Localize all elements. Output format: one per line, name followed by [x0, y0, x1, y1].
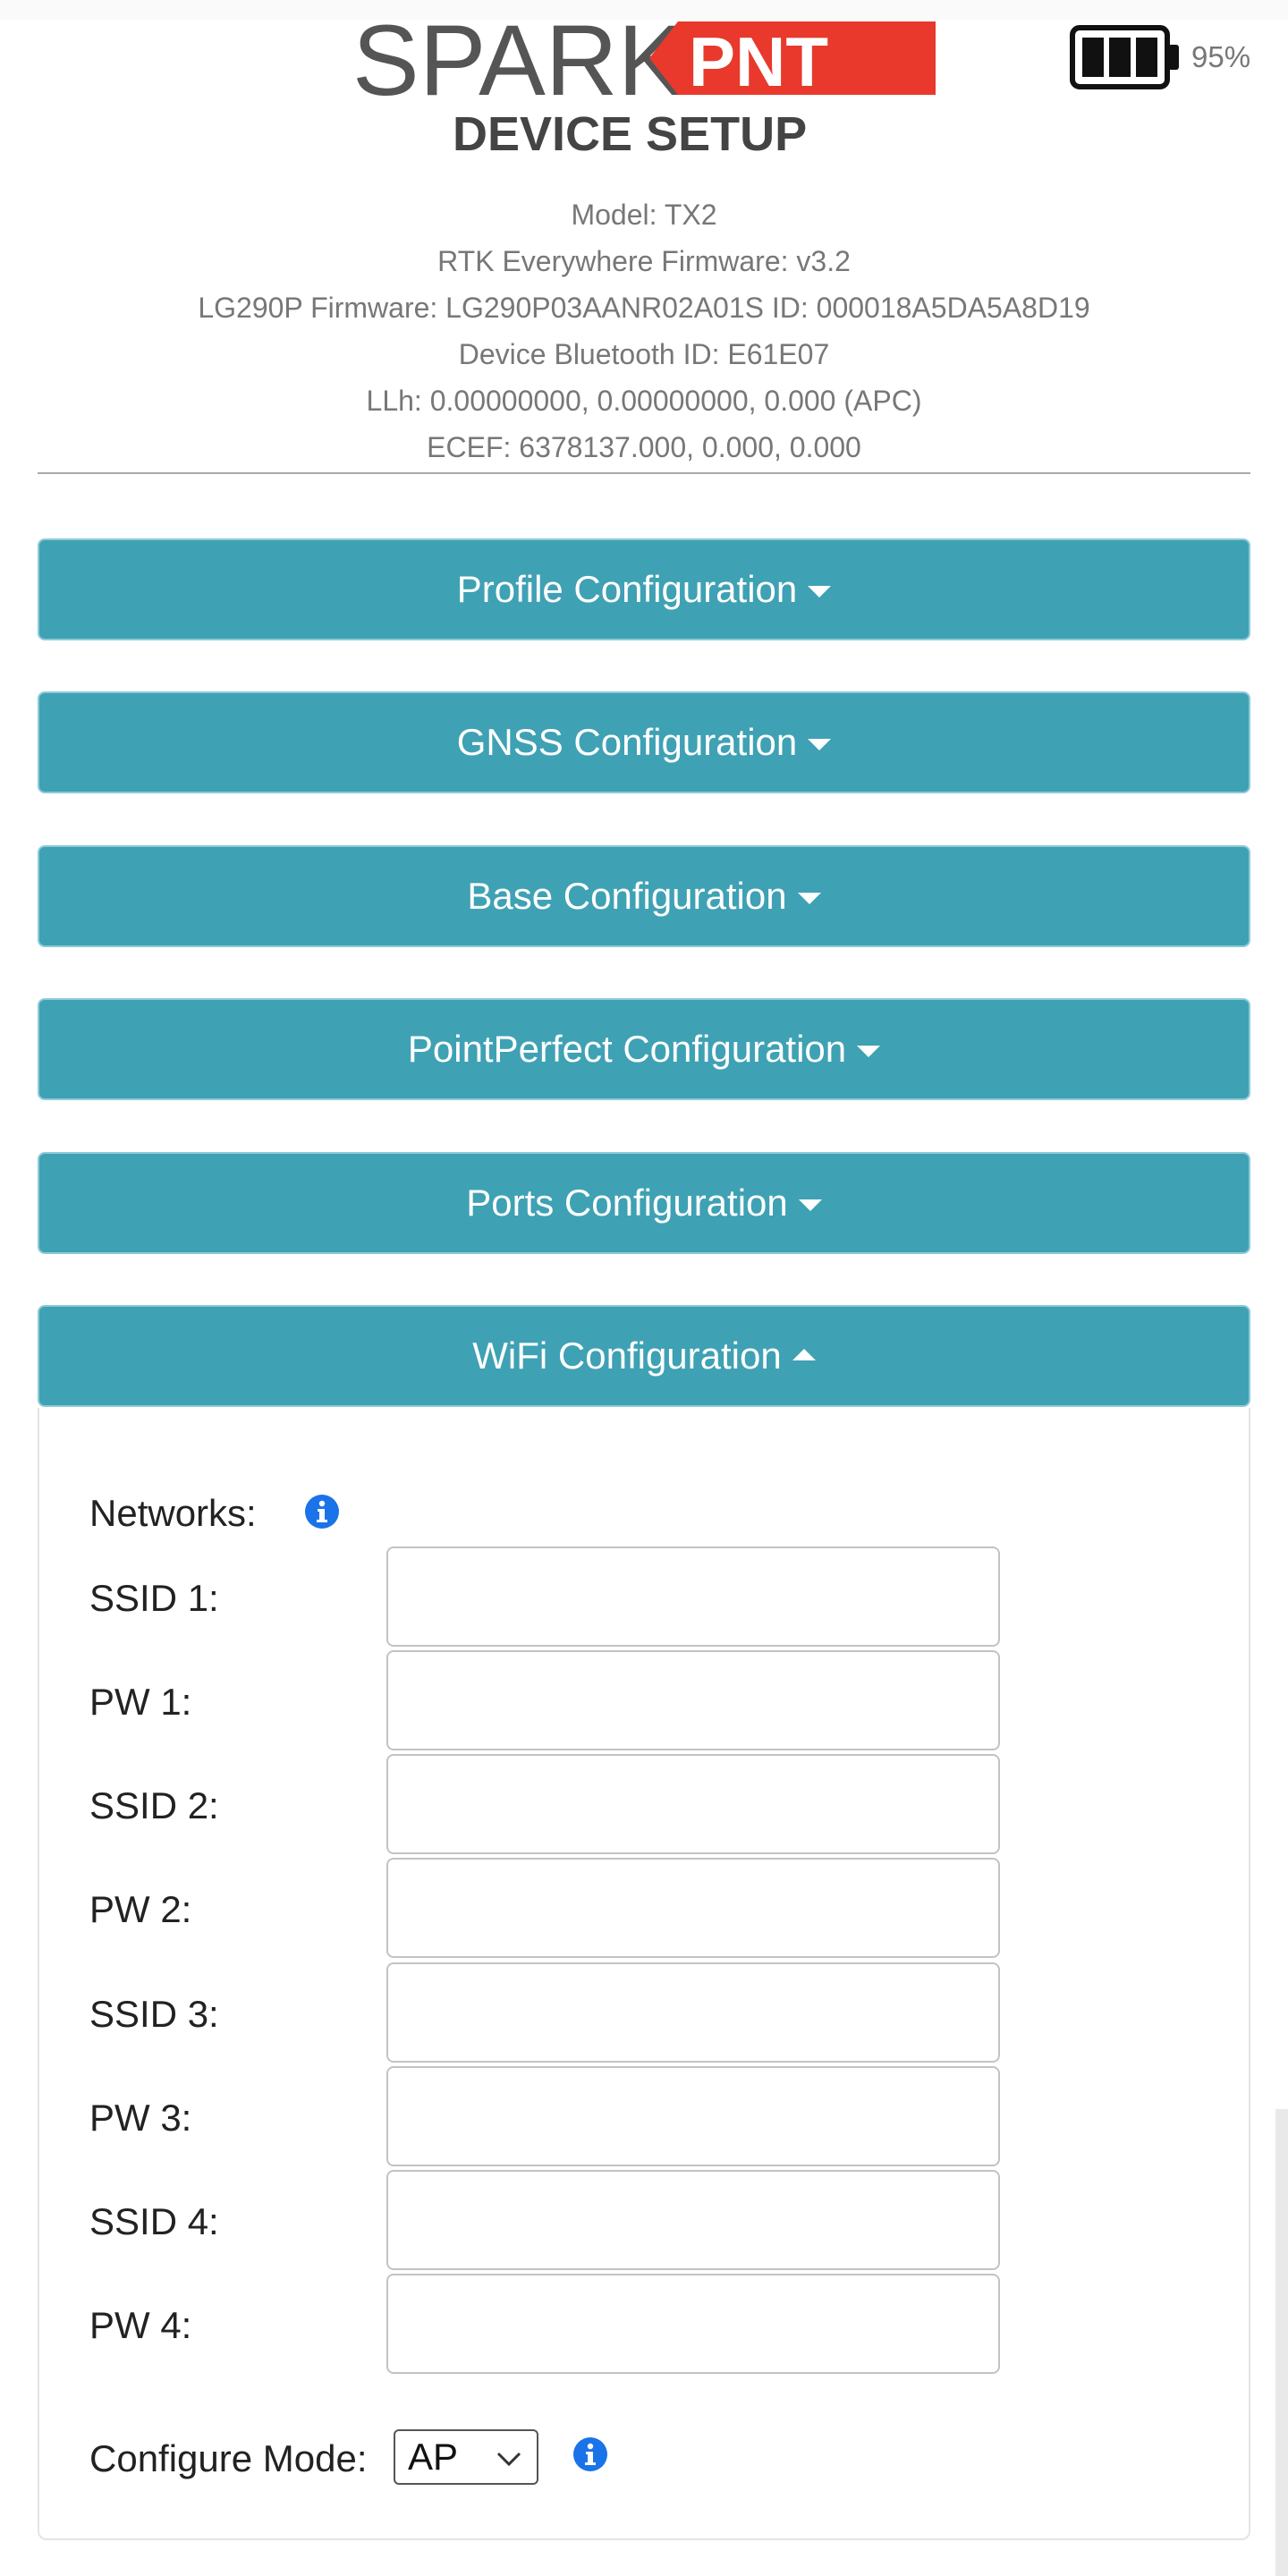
logo-subtitle-text: DEVICE SETUP: [453, 107, 807, 159]
caret-down-icon: [857, 1045, 881, 1057]
firmware-text: RTK Everywhere Firmware: v3.2: [437, 245, 851, 277]
pw-2-label: PW 2:: [89, 1888, 192, 1930]
logo-main-text: SPARK: [352, 16, 684, 116]
pw-1-label: PW 1:: [89, 1681, 192, 1723]
caret-up-icon: [792, 1348, 816, 1360]
section-label: GNSS Configuration: [456, 721, 798, 763]
pw-4-label: PW 4:: [89, 2304, 192, 2346]
pw-1-input[interactable]: [386, 1650, 1000, 1750]
llh-text: LLh: 0.00000000, 0.00000000, 0.000 (APC): [366, 385, 922, 417]
configure-mode-value: AP: [408, 2436, 459, 2478]
caret-down-icon: [808, 585, 832, 597]
ssid-1-input[interactable]: [386, 1546, 1000, 1647]
pw-3-label: PW 3:: [89, 2097, 192, 2139]
ports-configuration-button[interactable]: Ports Configuration: [38, 1152, 1250, 1254]
pw-2-input[interactable]: [386, 1858, 1000, 1958]
ssid-2-label: SSID 2:: [89, 1784, 219, 1826]
gnss-configuration-button[interactable]: GNSS Configuration: [38, 691, 1250, 793]
ecef-text: ECEF: 6378137.000, 0.000, 0.000: [427, 431, 861, 463]
battery-icon: [1070, 25, 1179, 89]
ssid-4-input[interactable]: [386, 2170, 1000, 2270]
pw-3-input[interactable]: [386, 2066, 1000, 2166]
device-info: Model: TX2 RTK Everywhere Firmware: v3.2…: [36, 191, 1252, 470]
caret-down-icon: [798, 1199, 822, 1211]
section-label: PointPerfect Configuration: [407, 1028, 847, 1070]
scrollbar-thumb[interactable]: [1275, 2109, 1288, 2576]
info-icon[interactable]: [304, 1494, 340, 1530]
section-label: Profile Configuration: [456, 568, 798, 610]
ssid-3-input[interactable]: [386, 1962, 1000, 2063]
sparkpnt-logo: SPARK PNT DEVICE SETUP: [345, 16, 939, 159]
ssid-2-input[interactable]: [386, 1754, 1000, 1854]
logo-badge-text: PNT: [689, 22, 828, 101]
ssid-4-label: SSID 4:: [89, 2200, 219, 2242]
bluetooth-id-text: Device Bluetooth ID: E61E07: [458, 338, 830, 370]
model-text: Model: TX2: [571, 199, 717, 231]
ssid-1-label: SSID 1:: [89, 1577, 219, 1619]
info-icon[interactable]: [572, 2436, 608, 2472]
networks-label: Networks:: [89, 1492, 257, 1534]
header-divider: [38, 472, 1250, 474]
battery-status: 95%: [1070, 25, 1250, 89]
pw-4-input[interactable]: [386, 2274, 1000, 2374]
section-label: Ports Configuration: [466, 1182, 788, 1224]
wifi-configuration-button[interactable]: WiFi Configuration: [38, 1305, 1250, 1407]
gnss-firmware-text: LG290P Firmware: LG290P03AANR02A01S ID: …: [198, 292, 1090, 324]
caret-down-icon: [797, 892, 821, 904]
caret-down-icon: [808, 738, 832, 750]
base-configuration-button[interactable]: Base Configuration: [38, 845, 1250, 947]
section-label: Base Configuration: [467, 875, 787, 917]
section-label: WiFi Configuration: [472, 1335, 782, 1377]
chevron-down-icon: [496, 2452, 521, 2467]
configure-mode-select[interactable]: AP: [394, 2429, 538, 2485]
pointperfect-configuration-button[interactable]: PointPerfect Configuration: [38, 998, 1250, 1100]
battery-percent: 95%: [1191, 40, 1251, 73]
profile-configuration-button[interactable]: Profile Configuration: [38, 538, 1250, 640]
configure-mode-label: Configure Mode:: [89, 2437, 368, 2479]
ssid-3-label: SSID 3:: [89, 1993, 219, 2035]
